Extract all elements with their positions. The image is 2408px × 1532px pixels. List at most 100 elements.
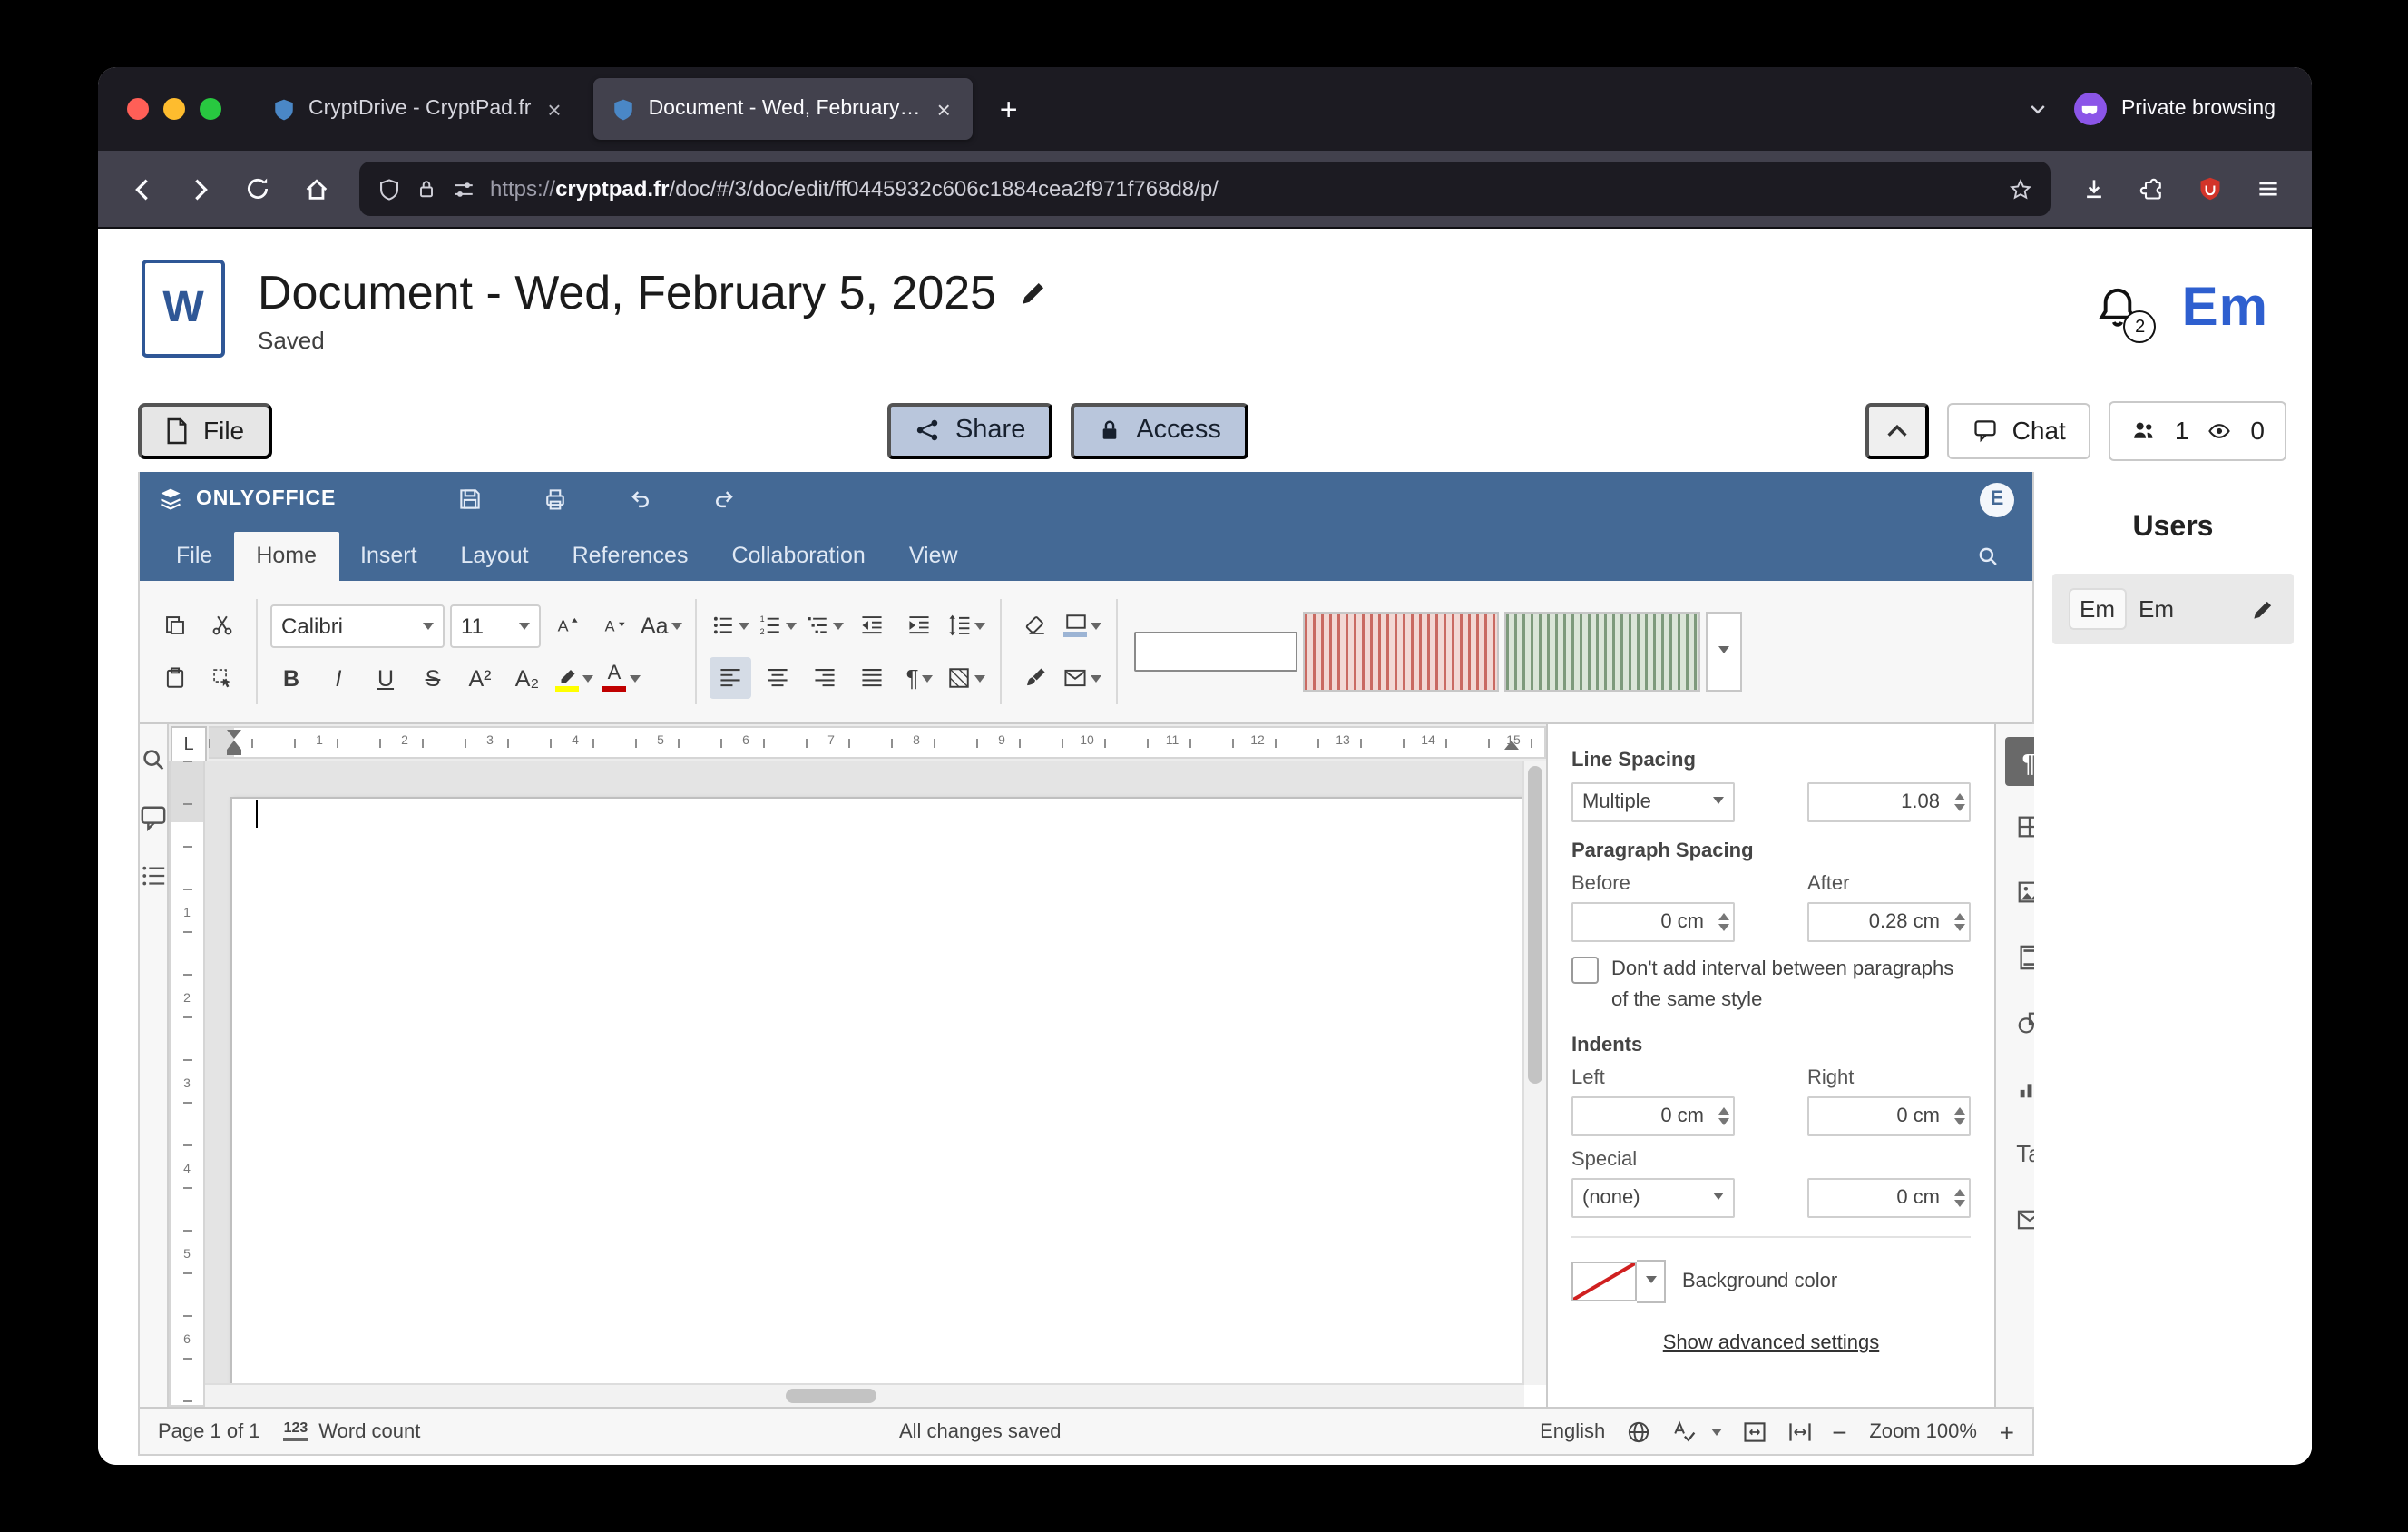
document-language-globe-icon[interactable] (1625, 1419, 1650, 1444)
forward-icon[interactable] (174, 163, 225, 214)
document-canvas[interactable] (205, 761, 1546, 1407)
fit-width-icon[interactable] (1786, 1419, 1812, 1444)
fit-page-icon[interactable] (1741, 1419, 1767, 1444)
url-bar[interactable]: https://cryptpad.fr/doc/#/3/doc/edit/ff0… (359, 162, 2051, 216)
spell-check-icon[interactable] (1670, 1419, 1721, 1443)
select-all-icon[interactable] (201, 657, 243, 699)
vertical-scrollbar[interactable] (1522, 761, 1546, 1385)
copy-icon[interactable] (154, 604, 196, 646)
paste-icon[interactable] (154, 657, 196, 699)
special-indent-select[interactable]: (none) (1571, 1178, 1735, 1218)
document-page[interactable] (230, 797, 1546, 1407)
align-justify-icon[interactable] (852, 657, 894, 699)
downloads-icon[interactable] (2069, 163, 2119, 214)
line-spacing-amount-spinner[interactable]: 1.08 (1807, 782, 1971, 822)
document-title[interactable]: Document - Wed, February 5, 2025 (258, 264, 996, 320)
navigation-headings-icon[interactable] (140, 862, 167, 889)
user-list-item[interactable]: Em Em (2052, 574, 2294, 644)
change-case-icon[interactable]: Aa (641, 604, 683, 646)
zoom-in-button[interactable]: + (2000, 1417, 2014, 1446)
tab-document[interactable]: Document - Wed, February 5, 2 × (594, 78, 973, 140)
paragraph-shading-icon[interactable] (946, 657, 988, 699)
menu-hamburger-icon[interactable] (2243, 163, 2294, 214)
chat-button[interactable]: Chat (1947, 402, 2091, 458)
style-preview-2[interactable] (1304, 612, 1500, 692)
menu-view[interactable]: View (887, 531, 980, 581)
style-preview-1[interactable] (1135, 632, 1298, 672)
tab-stop-selector[interactable]: L (171, 726, 207, 762)
notifications-bell-button[interactable]: 2 (2095, 285, 2142, 332)
zoom-window-button[interactable] (200, 98, 221, 120)
font-name-select[interactable]: Calibri (270, 604, 445, 647)
decrease-indent-icon[interactable] (852, 604, 894, 646)
menu-insert[interactable]: Insert (338, 531, 439, 581)
extensions-puzzle-icon[interactable] (2127, 163, 2178, 214)
font-color-icon[interactable]: A (601, 657, 642, 699)
clear-style-icon[interactable] (1015, 604, 1057, 646)
subscript-icon[interactable]: A₂ (506, 657, 548, 699)
undo-icon[interactable] (597, 486, 682, 512)
menu-layout[interactable]: Layout (439, 531, 551, 581)
editor-search-icon[interactable] (1976, 545, 2018, 581)
bullets-icon[interactable] (710, 604, 752, 646)
style-preview-3[interactable] (1505, 612, 1701, 692)
close-tab-icon[interactable]: × (934, 95, 954, 123)
redo-icon[interactable] (682, 486, 768, 512)
language-select[interactable]: English (1540, 1420, 1605, 1442)
align-right-icon[interactable] (805, 657, 847, 699)
interval-checkbox-label[interactable]: Don't add interval between paragraphs of… (1611, 955, 1971, 1016)
word-count-button[interactable]: 123 Word count (284, 1420, 421, 1442)
close-tab-icon[interactable]: × (543, 95, 564, 123)
multilevel-list-icon[interactable] (805, 604, 847, 646)
cut-icon[interactable] (201, 604, 243, 646)
line-spacing-select[interactable]: Multiple (1571, 782, 1735, 822)
collapse-toolbar-button[interactable] (1865, 402, 1929, 458)
menu-file[interactable]: File (154, 531, 234, 581)
menu-references[interactable]: References (551, 531, 710, 581)
background-color-swatch[interactable] (1571, 1262, 1637, 1301)
underline-icon[interactable]: U (365, 657, 406, 699)
reload-icon[interactable] (232, 163, 283, 214)
presence-counts[interactable]: 1 0 (2109, 400, 2286, 460)
indent-right-spinner[interactable]: 0 cm (1807, 1096, 1971, 1136)
horizontal-scrollbar-thumb[interactable] (786, 1389, 876, 1403)
nonprinting-characters-icon[interactable]: ¶ (899, 657, 941, 699)
comments-icon[interactable] (140, 804, 167, 831)
permissions-icon[interactable] (452, 177, 475, 201)
zoom-level[interactable]: Zoom 100% (1867, 1420, 1980, 1442)
special-indent-spinner[interactable]: 0 cm (1807, 1178, 1971, 1218)
highlight-color-icon[interactable] (553, 657, 595, 699)
share-button[interactable]: Share (888, 402, 1052, 458)
save-icon[interactable] (426, 486, 512, 512)
page-indicator[interactable]: Page 1 of 1 (158, 1420, 260, 1442)
align-left-icon[interactable] (710, 657, 752, 699)
close-window-button[interactable] (127, 98, 149, 120)
page-color-icon[interactable] (1062, 604, 1104, 646)
decrease-font-icon[interactable]: A (593, 604, 635, 646)
align-center-icon[interactable] (758, 657, 799, 699)
find-icon[interactable] (140, 746, 167, 773)
numbering-icon[interactable]: 12 (758, 604, 799, 646)
background-color-dropdown-icon[interactable] (1637, 1260, 1666, 1303)
copy-style-icon[interactable] (1015, 657, 1057, 699)
access-button[interactable]: Access (1071, 402, 1248, 458)
file-button[interactable]: File (138, 402, 271, 458)
list-all-tabs-chevron-icon[interactable] (2012, 98, 2063, 120)
ublock-icon[interactable] (2185, 163, 2236, 214)
vertical-scrollbar-thumb[interactable] (1528, 766, 1542, 1084)
spacing-after-spinner[interactable]: 0.28 cm (1807, 902, 1971, 942)
lock-icon[interactable] (416, 178, 437, 200)
url-text[interactable]: https://cryptpad.fr/doc/#/3/doc/edit/ff0… (490, 176, 1994, 201)
left-indent-marker[interactable] (227, 750, 241, 755)
interval-checkbox[interactable] (1571, 957, 1599, 984)
tracking-protection-shield-icon[interactable] (377, 177, 401, 201)
back-icon[interactable] (116, 163, 167, 214)
new-tab-button[interactable]: + (984, 93, 1034, 124)
minimize-window-button[interactable] (163, 98, 185, 120)
mail-merge-icon[interactable] (1062, 657, 1104, 699)
indent-left-spinner[interactable]: 0 cm (1571, 1096, 1735, 1136)
superscript-icon[interactable]: A² (459, 657, 501, 699)
spacing-before-spinner[interactable]: 0 cm (1571, 902, 1735, 942)
edit-title-pencil-icon[interactable] (1018, 277, 1049, 308)
increase-indent-icon[interactable] (899, 604, 941, 646)
